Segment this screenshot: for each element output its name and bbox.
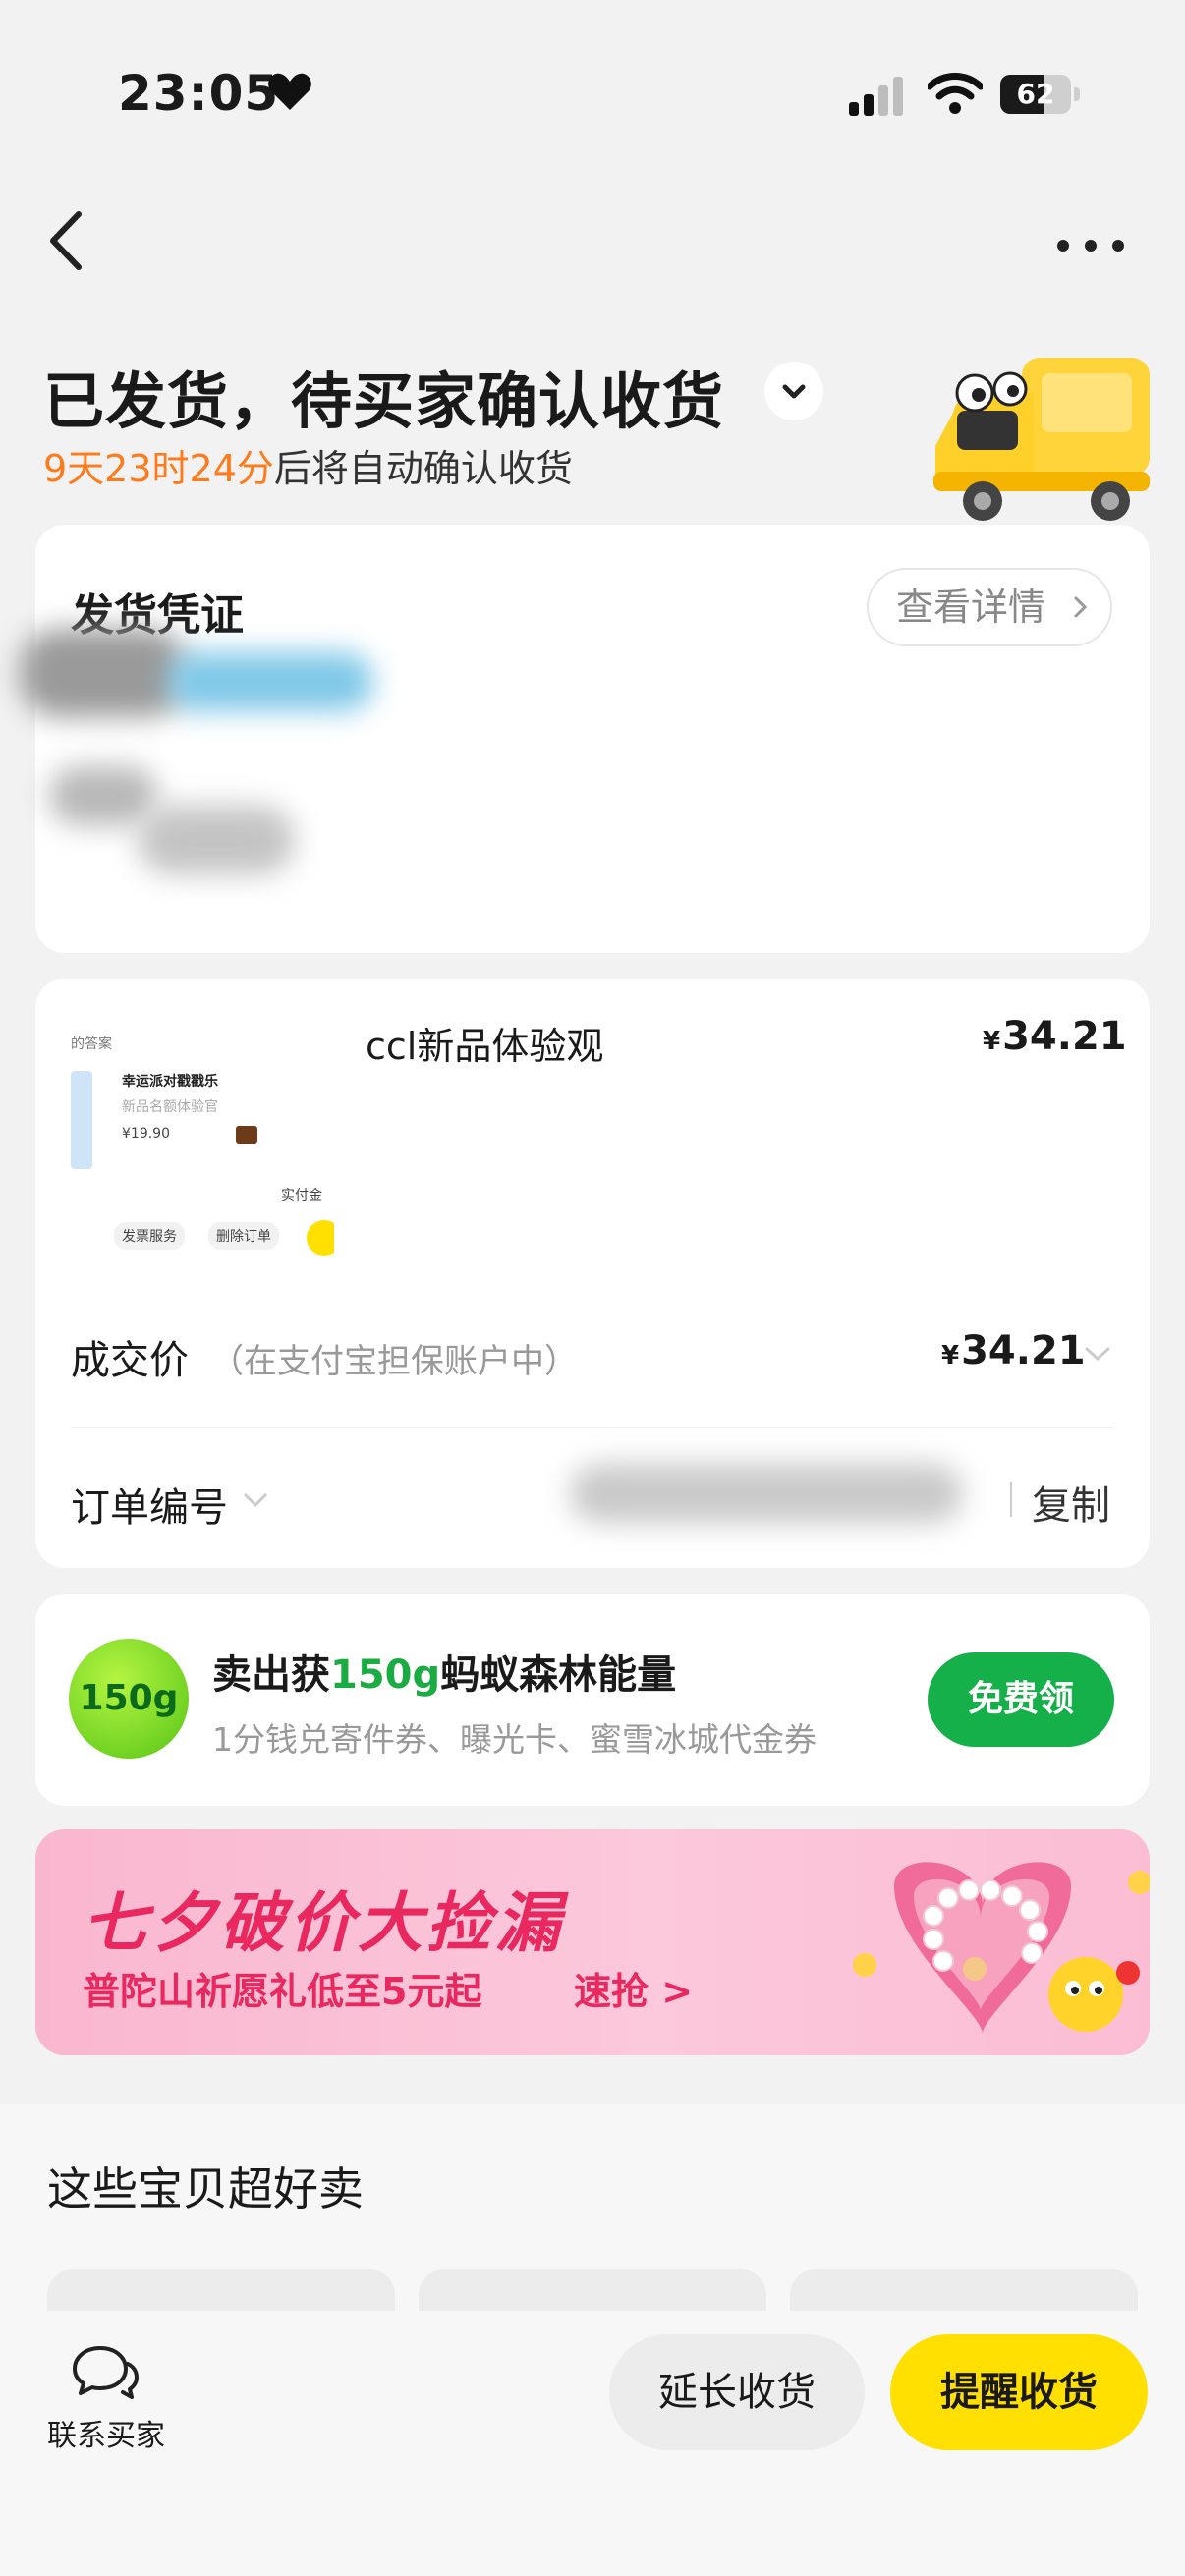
chat-icon[interactable] xyxy=(71,2342,140,2401)
view-details-button[interactable]: 查看详情 xyxy=(867,568,1112,646)
thumb-delete-button: 删除订单 xyxy=(208,1222,279,1250)
thumb-badge xyxy=(307,1220,334,1256)
contact-buyer-label[interactable]: 联系买家 xyxy=(47,2411,165,2454)
banner-subtitle: 普陀山祈愿礼低至5元起 xyxy=(83,1970,482,2013)
redacted-image xyxy=(20,629,187,717)
currency-symbol: ¥ xyxy=(983,1027,1001,1056)
thumb-invoice-button: 发票服务 xyxy=(114,1222,185,1250)
view-details-label: 查看详情 xyxy=(896,586,1046,629)
recommend-title: 这些宝贝超好卖 xyxy=(47,2162,364,2215)
status-time: 23:05 xyxy=(118,65,280,122)
energy-title-highlight: 150g xyxy=(330,1652,441,1698)
deal-price-label: 成交价 xyxy=(71,1338,189,1383)
thumb-actual-label: 实付金 xyxy=(281,1188,322,1204)
currency-symbol: ¥ xyxy=(941,1341,960,1371)
status-expand-button[interactable] xyxy=(764,362,823,420)
banner-title: 七夕破价大捡漏 xyxy=(83,1885,564,1961)
banner-cta-label: 速抢 xyxy=(574,1970,649,2013)
deal-price[interactable]: ¥34.21 xyxy=(941,1328,1086,1373)
back-icon[interactable] xyxy=(39,206,98,275)
thumb-game-sub: 新品名额体验官 xyxy=(122,1099,218,1115)
copy-separator xyxy=(1010,1482,1012,1517)
order-number-label: 订单编号 xyxy=(71,1485,228,1531)
energy-subtitle: 1分钱兑寄件券、曝光卡、蜜雪冰城代金券 xyxy=(212,1720,817,1759)
thumb-game-title: 幸运派对戳戳乐 xyxy=(122,1074,218,1090)
thumb-answer-label: 的答案 xyxy=(71,1036,112,1052)
claim-free-button[interactable]: 免费领 xyxy=(928,1652,1114,1747)
redacted-image xyxy=(138,806,295,874)
battery-icon: 62 xyxy=(1000,75,1080,116)
order-status-title: 已发货，待买家确认收货 xyxy=(43,365,725,437)
chevron-down-icon[interactable] xyxy=(1083,1344,1112,1364)
battery-level: 62 xyxy=(1016,78,1055,110)
deal-price-note: （在支付宝担保账户中） xyxy=(210,1342,578,1381)
product-price-value: 34.21 xyxy=(1002,1014,1127,1059)
thumb-bag-icon xyxy=(236,1126,257,1144)
redacted-image xyxy=(49,766,157,825)
product-thumbnail[interactable]: 的答案 幸运派对戳戳乐 新品名额体验官 ¥19.90 实付金 发票服务 删除订单 xyxy=(71,1012,334,1267)
product-price: ¥34.21 xyxy=(983,1014,1127,1059)
auto-confirm-countdown: 9天23时24分后将自动确认收货 xyxy=(43,438,573,492)
bracelet-illustration xyxy=(853,1862,1150,2034)
redacted-order-number xyxy=(570,1464,963,1523)
product-name[interactable]: ccl新品体验观 xyxy=(366,1016,603,1070)
thumb-price: ¥19.90 xyxy=(122,1126,170,1142)
chevron-down-icon[interactable] xyxy=(242,1491,269,1509)
countdown-suffix: 后将自动确认收货 xyxy=(273,447,573,490)
wifi-icon xyxy=(928,73,983,114)
chevron-down-icon xyxy=(782,384,806,399)
chevron-right-icon xyxy=(1074,596,1088,618)
remind-receipt-button[interactable]: 提醒收货 xyxy=(890,2334,1148,2450)
chevron-right-icon: > xyxy=(649,1970,694,2013)
redacted-image xyxy=(167,652,373,711)
energy-badge: 150g xyxy=(69,1639,189,1759)
heart-icon xyxy=(268,73,311,110)
countdown-time: 9天23时24分 xyxy=(43,447,274,490)
deal-price-value: 34.21 xyxy=(961,1328,1086,1373)
truck-illustration xyxy=(933,358,1150,521)
energy-title-prefix: 卖出获 xyxy=(212,1652,330,1698)
banner-cta[interactable]: 速抢 > xyxy=(574,1961,693,2015)
copy-button[interactable]: 复制 xyxy=(1032,1474,1110,1531)
energy-title: 卖出获150g蚂蚁森林能量 xyxy=(212,1643,676,1700)
thumb-image xyxy=(71,1071,92,1169)
signal-icon xyxy=(849,77,903,116)
extend-receipt-button[interactable]: 延长收货 xyxy=(609,2334,865,2450)
divider xyxy=(71,1427,1114,1428)
more-icon[interactable] xyxy=(1051,226,1130,265)
energy-title-suffix: 蚂蚁森林能量 xyxy=(440,1652,677,1698)
